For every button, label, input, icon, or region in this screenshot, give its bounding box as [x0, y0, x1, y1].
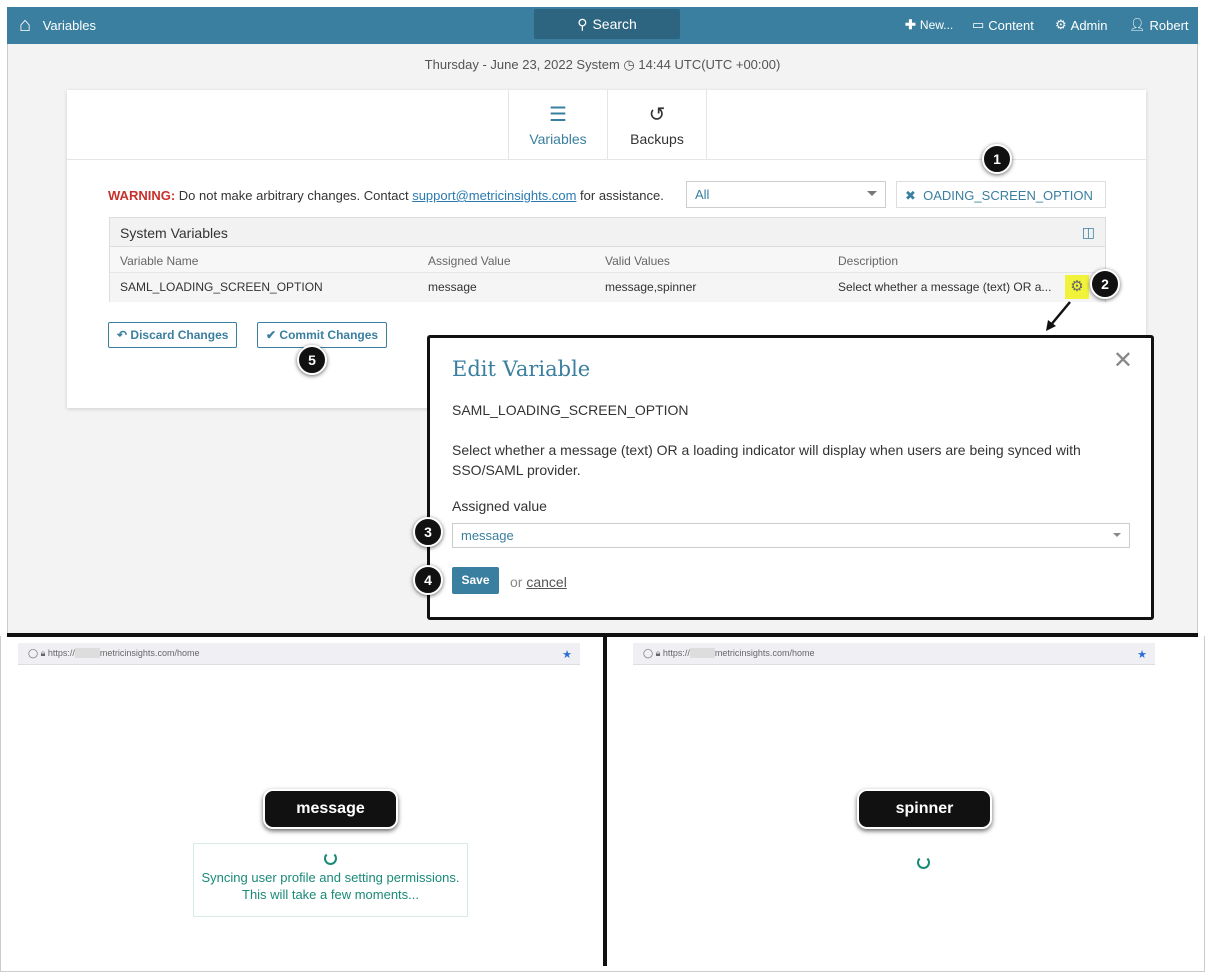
filter-chip-text: OADING_SCREEN_OPTION [923, 188, 1093, 203]
spinner-example-label: spinner [857, 789, 992, 829]
table-row[interactable]: SAML_LOADING_SCREEN_OPTION message messa… [110, 273, 1105, 302]
or-text: or [510, 574, 523, 590]
column-header[interactable]: Description [838, 254, 898, 268]
cell: Select whether a message (text) OR a... [838, 280, 1052, 294]
lock-icon: 🔒︎ [655, 648, 661, 658]
history-icon: ↺ [648, 104, 666, 126]
content-label: Content [988, 17, 1034, 33]
callout-3: 3 [413, 517, 443, 547]
filter-select[interactable]: All [686, 181, 886, 208]
message-example-label: message [263, 789, 398, 829]
search-button[interactable]: ⚲ Search [534, 9, 680, 39]
admin-menu[interactable]: ⚙ Admin [1055, 17, 1108, 33]
warning-label: WARNING: [108, 188, 176, 203]
column-headers: Variable Name Assigned Value Valid Value… [110, 247, 1105, 273]
dialog-title: Edit Variable [452, 357, 591, 381]
callout-1: 1 [982, 144, 1012, 174]
star-icon[interactable]: ★ [562, 648, 572, 661]
gear-icon[interactable]: ⚙ [1065, 275, 1089, 299]
tab-variables[interactable]: ☰ Variables [508, 90, 608, 159]
assigned-value-select[interactable]: message [452, 523, 1130, 548]
message-line: This will take a few moments... [242, 887, 419, 902]
folder-icon: ▭ [972, 17, 985, 32]
top-nav: ⌂ Variables ⚲ Search ✚ New... ▭ Content ⚙ Ad… [7, 7, 1198, 44]
star-icon[interactable]: ★ [1137, 648, 1147, 661]
browser-address-bar[interactable]: ◯ 🔒︎ https:// metricinsights.com/home ★ [18, 643, 580, 665]
support-email-link[interactable]: support@metricinsights.com [412, 188, 576, 203]
variable-description: Select whether a message (text) OR a loa… [452, 442, 1081, 478]
spinner-icon [324, 852, 337, 865]
tab-label: Backups [630, 131, 684, 147]
button-label: Commit Changes [279, 328, 379, 342]
content-menu[interactable]: ▭ Content [972, 17, 1034, 33]
url-domain: metricinsights.com/home [99, 648, 200, 658]
shield-icon: ◯ [643, 648, 654, 658]
spinner-icon [917, 856, 930, 869]
tab-label: Variables [529, 131, 587, 147]
url-prefix: https:// [662, 648, 690, 658]
arrow-annotation [1046, 301, 1071, 331]
close-icon[interactable]: ✖ [905, 188, 916, 203]
cell: SAML_LOADING_SCREEN_OPTION [120, 280, 323, 294]
user-icon: 👤︎ [1129, 17, 1146, 32]
undo-icon: ↶ [117, 328, 128, 342]
cancel-link[interactable]: cancel [526, 574, 566, 590]
lock-icon: 🔒︎ [40, 648, 46, 658]
variables-table: System Variables ◫ Variable Name Assigned… [109, 217, 1106, 302]
tab-backups[interactable]: ↺ Backups [607, 90, 707, 159]
table-title: System Variables [120, 225, 228, 241]
column-header[interactable]: Variable Name [120, 254, 198, 268]
save-button[interactable]: Save [452, 567, 499, 594]
warning-text: Do not make arbitrary changes. Contact [178, 188, 409, 203]
url-prefix: https:// [47, 648, 75, 658]
chevron-down-icon [867, 191, 877, 201]
callout-2: 2 [1090, 269, 1120, 299]
warning-message: WARNING: Do not make arbitrary changes. … [108, 188, 664, 203]
table-header: System Variables ◫ [110, 218, 1105, 247]
gear-icon: ⚙ [1055, 17, 1067, 32]
selected-value: message [461, 528, 514, 543]
admin-label: Admin [1070, 17, 1108, 33]
user-menu[interactable]: 👤︎ Robert [1129, 17, 1189, 33]
search-label: Search [592, 16, 637, 32]
cell: message [428, 280, 477, 294]
columns-icon[interactable]: ◫ [1082, 224, 1095, 241]
system-date: Thursday - June 23, 2022 System ◷ 14:44 … [424, 57, 781, 72]
browser-address-bar[interactable]: ◯ 🔒︎ https:// metricinsights.com/home ★ [633, 643, 1155, 665]
search-filter-chip[interactable]: ✖ OADING_SCREEN_OPTION [896, 181, 1106, 208]
url-domain: metricinsights.com/home [714, 648, 815, 658]
filter-value: All [695, 187, 710, 202]
variable-name: SAML_LOADING_SCREEN_OPTION [452, 402, 689, 418]
edit-variable-dialog: Edit Variable ✕ SAML_LOADING_SCREEN_OPTI… [427, 335, 1154, 620]
sliders-icon: ☰ [549, 104, 567, 126]
message-line: Syncing user profile and setting permiss… [201, 870, 460, 885]
button-label: Discard Changes [130, 328, 229, 342]
column-header[interactable]: Assigned Value [428, 254, 511, 268]
callout-5: 5 [297, 345, 327, 375]
page-title: Variables [42, 18, 96, 33]
new-menu[interactable]: ✚ New... [905, 17, 953, 33]
callout-4: 4 [413, 565, 443, 595]
user-label: Robert [1149, 17, 1189, 33]
new-label: New... [919, 18, 954, 32]
chevron-down-icon [1113, 533, 1121, 541]
plus-icon: ✚ [905, 17, 916, 32]
close-icon[interactable]: ✕ [1113, 346, 1133, 375]
syncing-message-box: Syncing user profile and setting permiss… [193, 843, 468, 917]
check-icon: ✔ [266, 328, 277, 342]
cell: message,spinner [605, 280, 697, 294]
shield-icon: ◯ [28, 648, 39, 658]
column-header[interactable]: Valid Values [605, 254, 670, 268]
divider [603, 636, 607, 966]
home-icon: ⌂ [19, 14, 32, 36]
commit-changes-button[interactable]: ✔ Commit Changes [257, 322, 388, 348]
warning-text-end: for assistance. [580, 188, 664, 203]
home-link[interactable]: ⌂ Variables [19, 14, 96, 37]
assigned-value-label: Assigned value [452, 498, 547, 514]
discard-changes-button[interactable]: ↶ Discard Changes [108, 322, 238, 348]
search-icon: ⚲ [577, 15, 588, 32]
